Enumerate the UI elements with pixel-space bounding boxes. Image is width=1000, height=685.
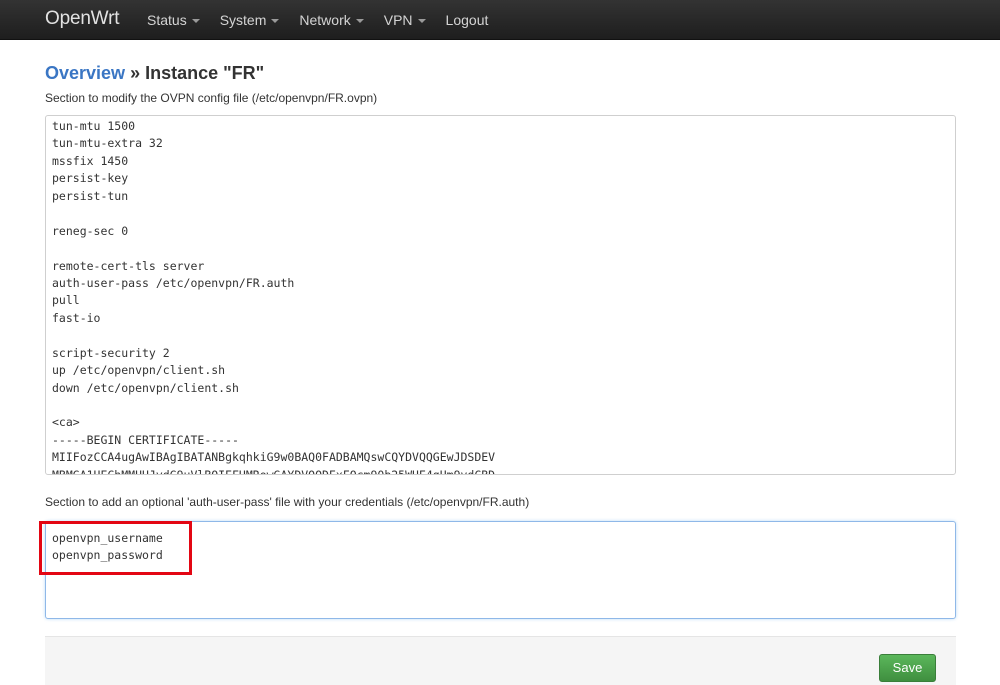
code-line: tun-mtu-extra 32 [52,136,163,151]
nav-item-label: Logout [445,12,489,28]
nav-item-label: System [219,12,267,28]
nav-item-system[interactable]: System [220,12,280,28]
code-line: tun-mtu 1500 [52,119,136,133]
form-footer-bar: Save [45,636,956,685]
breadcrumb-separator: » [125,63,146,83]
code-line: script-security 2 [52,345,170,360]
code-line: remote-cert-tls server [52,258,205,273]
code-line: <ca> [52,415,80,430]
nav-item-logout[interactable]: Logout [446,12,489,28]
breadcrumb-overview-link[interactable]: Overview [45,63,125,83]
code-line: MBMGA1UEChMMUHJvdG9uVlBOIEFHMRowGAYDVQQD… [52,467,496,475]
instance-title: Instance "FR" [145,63,265,83]
auth-credentials-textarea[interactable]: openvpn_username openvpn_password [39,521,956,619]
chevron-down-icon [191,19,200,23]
nav-item-status[interactable]: Status [147,12,200,28]
nav-item-label: Network [299,12,351,28]
brand-logo[interactable]: OpenWrt [45,8,119,30]
save-button[interactable]: Save [879,654,936,682]
code-line: reneg-sec 0 [52,223,129,238]
code-line: -----BEGIN CERTIFICATE----- [52,432,239,447]
code-line: up /etc/openvpn/client.sh [52,363,226,378]
nav-item-label: VPN [383,12,413,28]
code-line: auth-user-pass /etc/openvpn/FR.auth [52,275,295,290]
chevron-down-icon [355,19,364,23]
main-content: Overview » Instance "FR" Section to modi… [39,60,956,619]
chevron-down-icon [417,19,426,23]
nav-item-network[interactable]: Network [299,12,364,28]
config-section-description: Section to modify the OVPN config file (… [45,91,378,105]
code-line: mssfix 1450 [52,153,129,168]
nav-item-label: Status [147,12,187,28]
ovpn-config-textarea[interactable]: tun-mtu 1500 tun-mtu-extra 32 mssfix 1450 p… [45,115,956,475]
code-line: pull [52,293,80,308]
chevron-down-icon [271,19,280,23]
highlight-annotation-box [39,521,192,575]
top-navbar: OpenWrt Status System Network VPN Logout [0,0,1000,40]
nav-item-vpn[interactable]: VPN [384,12,426,28]
code-line: persist-tun [52,188,129,203]
code-line: fast-io [52,310,101,325]
page-title: Overview » Instance "FR" [45,63,956,84]
code-line: MIIFozCCA4ugAwIBAgIBATANBgkqhkiG9w0BAQ0F… [52,450,496,465]
code-line: persist-key [52,171,129,186]
auth-section-description: Section to add an optional 'auth-user-pa… [45,495,530,509]
nav-menu: Status System Network VPN Logout [147,0,508,40]
code-line: down /etc/openvpn/client.sh [52,380,239,395]
